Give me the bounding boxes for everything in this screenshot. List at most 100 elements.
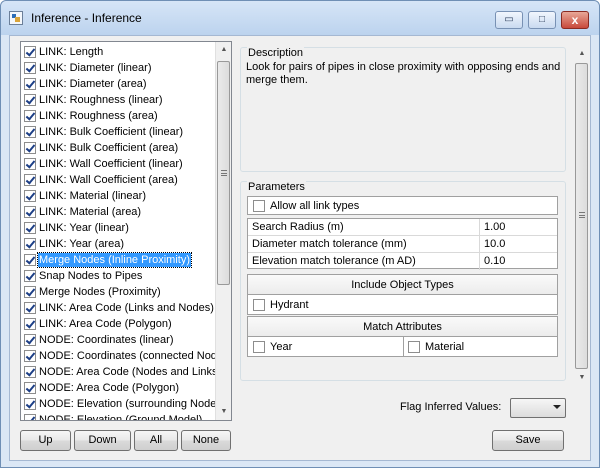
list-scrollbar[interactable]: ▲ ▼ — [215, 42, 231, 420]
list-item[interactable]: LINK: Area Code (Polygon) — [23, 316, 215, 332]
list-item[interactable]: LINK: Diameter (linear) — [23, 60, 215, 76]
list-item[interactable]: LINK: Year (linear) — [23, 220, 215, 236]
list-item-checkbox[interactable] — [24, 46, 36, 58]
list-item-checkbox[interactable] — [24, 78, 36, 90]
list-item-label: NODE: Elevation (surrounding Nodes) — [39, 398, 215, 410]
down-button[interactable]: Down — [74, 430, 131, 451]
list-item[interactable]: Merge Nodes (Inline Proximity) — [23, 252, 215, 268]
chevron-down-icon — [553, 405, 561, 409]
list-item-label: LINK: Area Code (Polygon) — [39, 318, 172, 330]
scroll-down-arrow-icon[interactable]: ▼ — [216, 404, 231, 420]
list-item[interactable]: NODE: Area Code (Nodes and Links) — [23, 364, 215, 380]
save-button[interactable]: Save — [492, 430, 564, 451]
list-item[interactable]: LINK: Wall Coefficient (linear) — [23, 156, 215, 172]
inference-window: Inference - Inference ▭ □ x LINK: Length… — [0, 0, 600, 468]
list-item[interactable]: NODE: Elevation (Ground Model) — [23, 412, 215, 420]
list-item[interactable]: LINK: Roughness (linear) — [23, 92, 215, 108]
list-item-label: Snap Nodes to Pipes — [39, 270, 143, 282]
list-item-checkbox[interactable] — [24, 190, 36, 202]
list-item-checkbox[interactable] — [24, 126, 36, 138]
list-item-checkbox[interactable] — [24, 238, 36, 250]
match-attributes-header: Match Attributes — [248, 317, 557, 337]
parameters-table: Search Radius (m) 1.00 Diameter match to… — [247, 218, 558, 270]
list-item-checkbox[interactable] — [24, 62, 36, 74]
list-item[interactable]: LINK: Diameter (area) — [23, 76, 215, 92]
list-item[interactable]: LINK: Bulk Coefficient (linear) — [23, 124, 215, 140]
list-item[interactable]: LINK: Material (linear) — [23, 188, 215, 204]
list-item-checkbox[interactable] — [24, 334, 36, 346]
list-item-checkbox[interactable] — [24, 350, 36, 362]
list-item-label: LINK: Bulk Coefficient (area) — [39, 142, 179, 154]
list-item-checkbox[interactable] — [24, 286, 36, 298]
include-object-types-header: Include Object Types — [248, 275, 557, 295]
list-item-checkbox[interactable] — [24, 110, 36, 122]
list-scroll-thumb[interactable] — [217, 61, 230, 285]
param-row[interactable]: Search Radius (m) 1.00 — [248, 219, 557, 236]
list-item-checkbox[interactable] — [24, 270, 36, 282]
object-type-row[interactable]: Hydrant — [248, 295, 557, 315]
flag-inferred-values-dropdown[interactable] — [510, 398, 566, 418]
list-item[interactable]: LINK: Wall Coefficient (area) — [23, 172, 215, 188]
scroll-down-arrow-icon[interactable]: ▼ — [574, 370, 590, 386]
hydrant-checkbox[interactable] — [253, 299, 265, 311]
list-item-checkbox[interactable] — [24, 414, 36, 420]
allow-all-link-types-row[interactable]: Allow all link types — [247, 196, 558, 215]
list-item-checkbox[interactable] — [24, 142, 36, 154]
title-bar[interactable]: Inference - Inference ▭ □ x — [1, 1, 599, 35]
scroll-up-arrow-icon[interactable]: ▲ — [216, 42, 231, 58]
list-item[interactable]: LINK: Year (area) — [23, 236, 215, 252]
list-item[interactable]: LINK: Area Code (Links and Nodes) — [23, 300, 215, 316]
list-item-label: LINK: Diameter (linear) — [39, 62, 152, 74]
param-row[interactable]: Diameter match tolerance (mm) 10.0 — [248, 236, 557, 253]
list-item-checkbox[interactable] — [24, 158, 36, 170]
list-item[interactable]: LINK: Roughness (area) — [23, 108, 215, 124]
list-item-checkbox[interactable] — [24, 94, 36, 106]
param-value[interactable]: 0.10 — [484, 255, 505, 267]
list-item[interactable]: NODE: Area Code (Polygon) — [23, 380, 215, 396]
list-item[interactable]: NODE: Elevation (surrounding Nodes) — [23, 396, 215, 412]
list-item-checkbox[interactable] — [24, 382, 36, 394]
window-title: Inference - Inference — [31, 11, 142, 25]
list-item-checkbox[interactable] — [24, 206, 36, 218]
list-item[interactable]: Snap Nodes to Pipes — [23, 268, 215, 284]
list-item-checkbox[interactable] — [24, 302, 36, 314]
list-item[interactable]: Merge Nodes (Proximity) — [23, 284, 215, 300]
param-row[interactable]: Elevation match tolerance (m AD) 0.10 — [248, 253, 557, 270]
include-object-types-table: Include Object Types Hydrant — [247, 274, 558, 315]
year-checkbox[interactable] — [253, 341, 265, 353]
list-item[interactable]: LINK: Material (area) — [23, 204, 215, 220]
hydrant-label: Hydrant — [270, 299, 309, 311]
up-button[interactable]: Up — [20, 430, 71, 451]
list-item-checkbox[interactable] — [24, 254, 36, 266]
list-item-checkbox[interactable] — [24, 222, 36, 234]
minimize-button[interactable]: ▭ — [495, 11, 523, 29]
none-button[interactable]: None — [181, 430, 231, 451]
list-item[interactable]: NODE: Coordinates (linear) — [23, 332, 215, 348]
list-item-checkbox[interactable] — [24, 366, 36, 378]
param-value[interactable]: 10.0 — [484, 238, 505, 250]
list-item-checkbox[interactable] — [24, 318, 36, 330]
description-title: Description — [247, 47, 305, 59]
list-item-label: Merge Nodes (Proximity) — [39, 286, 161, 298]
list-item-label: LINK: Material (area) — [39, 206, 142, 218]
maximize-button[interactable]: □ — [528, 11, 556, 29]
param-value[interactable]: 1.00 — [484, 221, 505, 233]
list-item[interactable]: NODE: Coordinates (connected Nodes) — [23, 348, 215, 364]
inference-checklist[interactable]: LINK: Length LINK: Diameter (linear) LINK:… — [20, 41, 232, 421]
material-checkbox[interactable] — [408, 341, 420, 353]
details-scrollbar[interactable]: ▲ ▼ — [574, 46, 590, 386]
list-item-checkbox[interactable] — [24, 174, 36, 186]
scroll-up-arrow-icon[interactable]: ▲ — [574, 46, 590, 62]
scroll-grip-icon — [579, 212, 585, 218]
allow-all-link-types-checkbox[interactable] — [253, 200, 265, 212]
close-button[interactable]: x — [561, 11, 589, 29]
scroll-grip-icon — [221, 170, 227, 176]
list-item-label: NODE: Area Code (Polygon) — [39, 382, 180, 394]
list-item[interactable]: LINK: Bulk Coefficient (area) — [23, 140, 215, 156]
list-item-checkbox[interactable] — [24, 398, 36, 410]
list-item[interactable]: LINK: Length — [23, 44, 215, 60]
allow-all-link-types-label: Allow all link types — [270, 200, 360, 212]
details-scroll-thumb[interactable] — [575, 63, 588, 369]
param-name: Diameter match tolerance (mm) — [252, 238, 407, 250]
all-button[interactable]: All — [134, 430, 178, 451]
